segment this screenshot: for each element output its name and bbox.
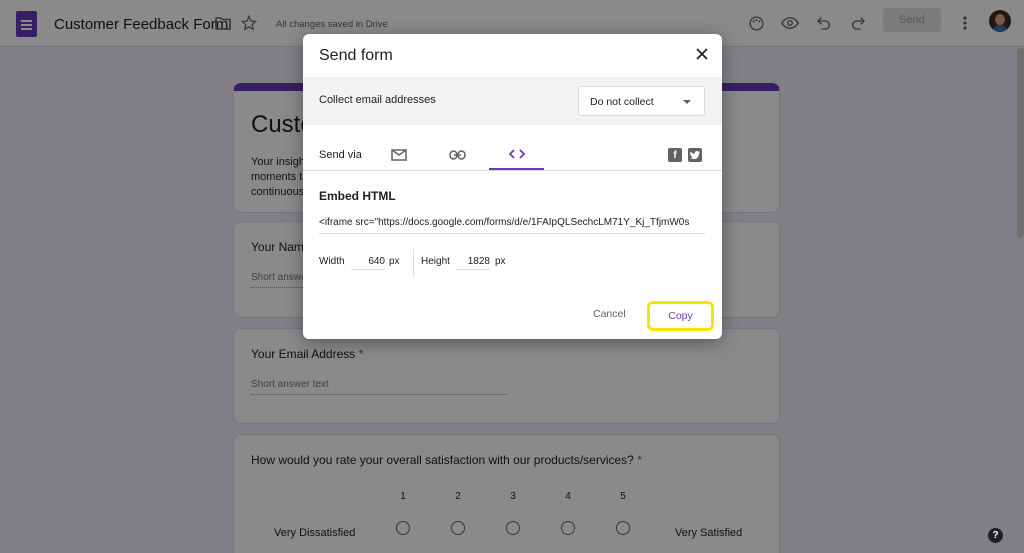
send-via-tabs: Send via f (303, 139, 722, 171)
facebook-icon[interactable]: f (668, 148, 682, 162)
close-icon[interactable] (691, 43, 713, 65)
dimension-divider (413, 249, 414, 277)
height-input[interactable]: 1828 (456, 256, 490, 270)
height-label: Height (421, 256, 450, 267)
tab-email[interactable] (371, 139, 426, 170)
tab-link[interactable] (430, 139, 485, 170)
dropdown-arrow-icon (683, 100, 691, 104)
embed-code-icon (508, 148, 525, 159)
width-input[interactable]: 640 (351, 256, 385, 270)
link-icon (449, 149, 466, 160)
mail-icon (390, 148, 407, 161)
cancel-button[interactable]: Cancel (593, 308, 626, 320)
width-label: Width (319, 256, 345, 267)
embed-html-heading: Embed HTML (319, 189, 396, 203)
help-icon[interactable]: ? (988, 528, 1003, 543)
collect-email-row: Collect email addresses Do not collect (303, 77, 722, 125)
height-unit: px (495, 256, 506, 267)
collect-email-value: Do not collect (590, 96, 654, 108)
send-via-label: Send via (319, 149, 362, 161)
width-unit: px (389, 256, 400, 267)
collect-email-label: Collect email addresses (319, 94, 436, 106)
send-form-dialog: Send form Collect email addresses Do not… (303, 34, 722, 339)
copy-button[interactable]: Copy (647, 301, 714, 331)
embed-code-field[interactable]: <iframe src="https://docs.google.com/for… (319, 217, 705, 234)
tab-embed[interactable] (489, 139, 544, 170)
collect-email-dropdown[interactable]: Do not collect (578, 86, 705, 116)
dialog-title: Send form (319, 47, 393, 64)
twitter-icon[interactable] (688, 148, 702, 162)
